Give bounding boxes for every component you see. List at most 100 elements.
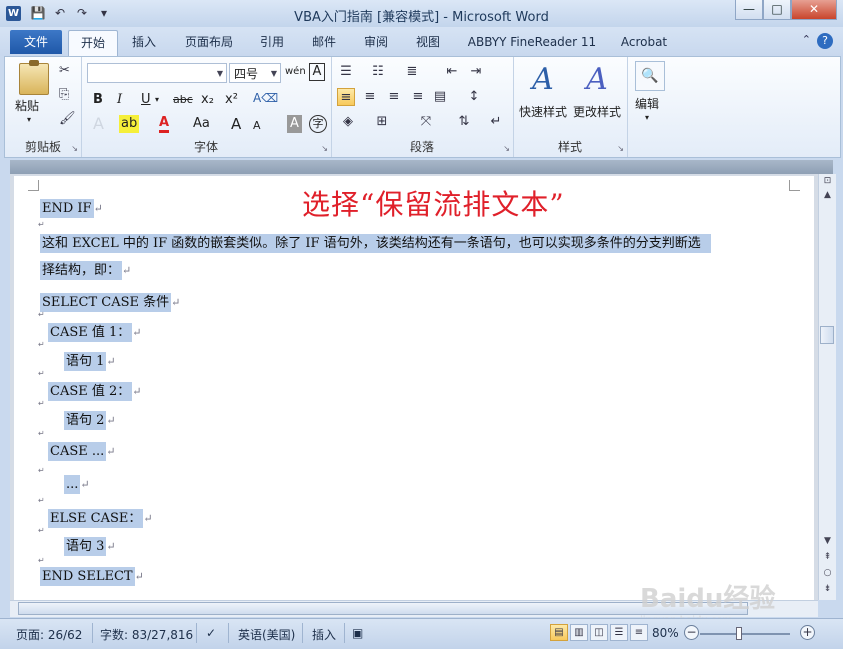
chevron-down-icon[interactable]: ▾ — [155, 91, 159, 109]
chevron-down-icon[interactable]: ▾ — [645, 113, 649, 122]
language-indicator[interactable]: 英语(美国) — [238, 626, 295, 643]
change-styles-button[interactable]: A 更改样式 — [569, 63, 625, 120]
doc-line[interactable]: END IF ↵ — [40, 199, 103, 218]
char-shading-icon[interactable]: A — [287, 115, 302, 133]
quick-styles-button[interactable]: A 快速样式 — [515, 63, 571, 120]
proofing-icon[interactable]: ✓ — [206, 626, 216, 640]
tab-review[interactable]: 审阅 — [356, 30, 396, 54]
doc-line[interactable]: ... ↵ — [64, 475, 90, 494]
superscript-button[interactable]: x² — [225, 91, 238, 109]
horizontal-scroll-thumb[interactable] — [18, 602, 748, 615]
vertical-scroll-thumb[interactable] — [820, 326, 834, 344]
close-button[interactable]: ✕ — [791, 0, 837, 20]
page-count[interactable]: 页面: 26/62 — [16, 626, 82, 643]
paste-icon[interactable] — [19, 60, 49, 95]
paragraph-launcher-icon[interactable]: ↘ — [503, 144, 510, 153]
doc-line[interactable]: 择结构，即： ↵ — [40, 259, 131, 280]
outline-view-icon[interactable]: ☰ — [610, 624, 628, 641]
align-center-icon[interactable]: ≡ — [361, 88, 379, 106]
justify-icon[interactable]: ≡ — [409, 88, 427, 106]
italic-button[interactable]: I — [117, 91, 122, 109]
char-border-button[interactable]: A — [309, 63, 325, 81]
maximize-button[interactable]: □ — [763, 0, 791, 20]
multilevel-list-icon[interactable]: ≣ — [403, 63, 421, 81]
chinese-layout-icon[interactable]: ⤧ — [417, 113, 435, 131]
scroll-down-icon[interactable]: ▼ — [819, 536, 836, 546]
tab-acrobat[interactable]: Acrobat — [614, 30, 674, 54]
zoom-in-button[interactable]: + — [800, 625, 815, 640]
doc-line[interactable]: 语句 2 ↵ — [64, 409, 116, 430]
doc-line[interactable]: END SELECT ↵ — [40, 567, 144, 586]
doc-line[interactable]: CASE 值 1： ↵ — [48, 321, 142, 342]
text-effects-icon[interactable]: A — [93, 115, 104, 133]
shrink-font-button[interactable]: A — [253, 117, 261, 135]
clipboard-launcher-icon[interactable]: ↘ — [71, 144, 78, 153]
tab-abbyy[interactable]: ABBYY FineReader 11 — [464, 30, 600, 54]
vertical-scrollbar[interactable]: ⊡ ▲ ▼ ⇞ ○ ⇟ — [818, 174, 836, 600]
minimize-ribbon-icon[interactable]: ⌃ — [802, 33, 811, 49]
doc-line[interactable]: 语句 1 ↵ — [64, 350, 116, 371]
copy-icon[interactable]: ⎘ — [59, 87, 69, 102]
subscript-button[interactable]: x₂ — [201, 91, 214, 109]
doc-line[interactable]: SELECT CASE 条件 ↵ — [40, 291, 180, 312]
increase-indent-icon[interactable]: ⇥ — [467, 63, 485, 81]
binoculars-icon[interactable]: 🔍 — [635, 61, 665, 91]
help-icon[interactable]: ? — [817, 33, 833, 49]
enclose-char-icon[interactable]: 字 — [309, 115, 327, 133]
doc-line[interactable]: 语句 3 ↵ — [64, 535, 116, 556]
tab-view[interactable]: 视图 — [408, 30, 448, 54]
tab-references[interactable]: 引用 — [252, 30, 292, 54]
strikethrough-button[interactable]: abc — [173, 91, 193, 109]
scroll-up-icon[interactable]: ▲ — [819, 190, 836, 200]
tab-page-layout[interactable]: 页面布局 — [178, 30, 240, 54]
grow-font-button[interactable]: A — [231, 115, 241, 133]
print-layout-view-icon[interactable]: ▤ — [550, 624, 568, 641]
change-case-button[interactable]: Aa — [193, 115, 210, 133]
web-layout-view-icon[interactable]: ◫ — [590, 624, 608, 641]
tab-mailings[interactable]: 邮件 — [304, 30, 344, 54]
font-color-icon[interactable]: A — [159, 115, 170, 133]
decrease-indent-icon[interactable]: ⇤ — [443, 63, 461, 81]
tab-home[interactable]: 开始 — [68, 30, 118, 57]
paste-dropdown-icon[interactable]: ▾ — [27, 115, 31, 124]
doc-line[interactable]: ELSE CASE： ↵ — [48, 507, 153, 528]
cut-icon[interactable]: ✂ — [59, 63, 70, 78]
font-name-combo[interactable]: ▼ — [87, 63, 227, 83]
paste-button-label[interactable]: 粘贴 — [15, 97, 39, 114]
doc-line[interactable]: CASE 值 2： ↵ — [48, 380, 142, 401]
editing-button-label[interactable]: 编辑 — [635, 95, 659, 112]
bullets-icon[interactable]: ☰ — [337, 63, 355, 81]
full-screen-view-icon[interactable]: ▥ — [570, 624, 588, 641]
doc-line[interactable]: 这和 EXCEL 中的 IF 函数的嵌套类似。除了 IF 语句外，该类结构还有一… — [40, 232, 711, 253]
zoom-level[interactable]: 80% — [652, 626, 679, 640]
shading-icon[interactable]: ◈ — [339, 113, 357, 131]
word-count[interactable]: 字数: 83/27,816 — [100, 626, 193, 643]
zoom-slider-track[interactable] — [700, 633, 790, 635]
font-launcher-icon[interactable]: ↘ — [321, 144, 328, 153]
draft-view-icon[interactable]: ≡ — [630, 624, 648, 641]
numbering-icon[interactable]: ☷ — [369, 63, 387, 81]
underline-button[interactable]: U — [141, 91, 151, 109]
line-spacing-icon[interactable]: ↕ — [465, 88, 483, 106]
align-right-icon[interactable]: ≡ — [385, 88, 403, 106]
borders-icon[interactable]: ⊞ — [373, 113, 391, 131]
font-size-combo[interactable]: 四号 ▼ — [229, 63, 281, 83]
next-page-icon[interactable]: ⇟ — [819, 584, 836, 594]
chevron-down-icon[interactable]: ▼ — [217, 64, 223, 84]
align-left-icon[interactable]: ≡ — [337, 88, 355, 106]
ruler-toggle-icon[interactable]: ⊡ — [819, 176, 836, 186]
doc-line[interactable]: CASE ... ↵ — [48, 442, 115, 461]
clear-format-icon[interactable]: A⌫ — [253, 89, 278, 107]
macro-record-icon[interactable]: ▣ — [352, 626, 363, 640]
insert-mode-indicator[interactable]: 插入 — [312, 626, 336, 643]
previous-page-icon[interactable]: ⇞ — [819, 552, 836, 562]
sort-icon[interactable]: ⇅ — [455, 113, 473, 131]
tab-file[interactable]: 文件 — [10, 30, 62, 54]
zoom-slider-thumb[interactable] — [736, 627, 742, 640]
chevron-down-icon[interactable]: ▼ — [271, 64, 277, 84]
zoom-out-button[interactable]: − — [684, 625, 699, 640]
tab-insert[interactable]: 插入 — [124, 30, 164, 54]
styles-launcher-icon[interactable]: ↘ — [617, 144, 624, 153]
minimize-button[interactable]: — — [735, 0, 763, 20]
show-marks-icon[interactable]: ↵ — [487, 113, 505, 131]
